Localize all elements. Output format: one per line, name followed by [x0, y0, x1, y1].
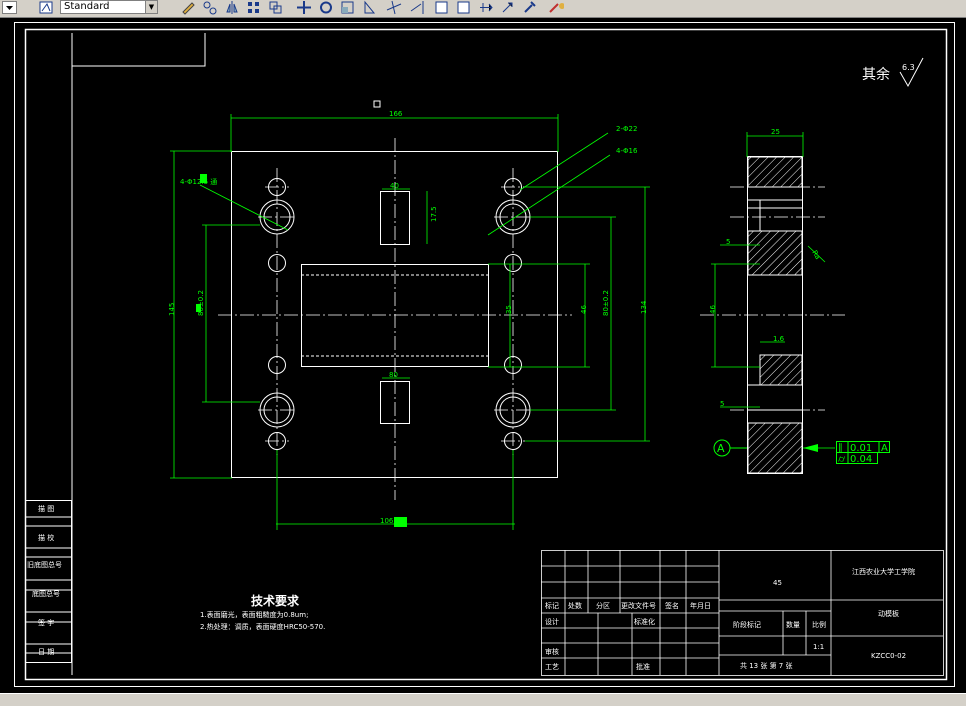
tb-jieduan: 阶段标记	[733, 620, 761, 629]
extend-icon[interactable]	[410, 0, 426, 15]
dim-inner-width: 40	[390, 182, 399, 190]
tb-shenhe: 审核	[545, 647, 559, 656]
chevron-down-icon[interactable]: ▼	[145, 1, 157, 13]
tb-part-name: 动模板	[878, 609, 899, 618]
explode-icon[interactable]	[500, 0, 516, 15]
tb-pizhun: 批准	[636, 662, 650, 671]
drawing-canvas[interactable]: 其余 6.3 166 145 80±0.2 40 17.5 80 35 46 8…	[0, 18, 966, 693]
strip-base: 底图总号	[32, 589, 60, 598]
status-bar	[0, 693, 966, 706]
center-lines	[218, 138, 572, 500]
tb-sheji: 设计	[545, 617, 559, 626]
datum-label: A	[717, 442, 725, 455]
dim-inner-80: 80	[389, 371, 398, 379]
tb-chushu: 处数	[568, 601, 582, 610]
tb-sheets: 共 13 张 第 7 张	[740, 661, 793, 670]
front-view	[218, 138, 572, 500]
binding-margin	[71, 33, 206, 675]
layer-dropdown[interactable]	[2, 0, 32, 15]
front-dimensions	[170, 114, 650, 530]
roughness-value: 6.3	[902, 63, 915, 72]
trim-icon[interactable]	[386, 0, 402, 15]
dim-side-5b: 5	[720, 400, 724, 408]
dim-height-46: 46	[580, 305, 588, 314]
roughness-note-text: 其余	[862, 66, 890, 83]
help-icon[interactable]	[548, 0, 564, 15]
tb-school: 江西农业大学工学院	[852, 567, 915, 576]
tb-material: 45	[773, 579, 782, 587]
strip-sign: 签 字	[38, 618, 54, 627]
scale-icon[interactable]	[340, 0, 356, 15]
tb-scale: 1:1	[813, 643, 824, 651]
tb-drawing-no: KZCC0-02	[871, 652, 906, 660]
dim-marker	[394, 517, 407, 527]
left-strip	[25, 500, 72, 663]
array-icon[interactable]	[246, 0, 262, 15]
pencil-icon[interactable]	[180, 0, 196, 15]
dim-slot-height: 17.5	[430, 206, 438, 222]
chamfer-icon[interactable]	[456, 0, 472, 15]
tb-biaoji: 标记	[545, 601, 559, 610]
dim-height-134: 134	[640, 300, 648, 314]
gdt-datum-1: A	[881, 443, 888, 454]
side-view	[700, 156, 845, 474]
dim-height-35: 35	[505, 305, 513, 314]
style-combo[interactable]: Standard ▼	[60, 0, 158, 14]
tb-qianming: 签名	[665, 601, 679, 610]
tech-req-title: 技术要求	[251, 593, 300, 608]
tb-gengwen: 更改文件号	[621, 601, 656, 610]
dim-top-width: 166	[389, 110, 403, 118]
tb-fenqu: 分区	[596, 601, 610, 610]
dim-bottom-width: 106	[380, 517, 394, 525]
dim-side-height: 46	[709, 305, 717, 314]
dim-side-width: 25	[771, 128, 780, 136]
tech-req-line2: 2.热处理：调质，表面硬度HRC50-570.	[200, 622, 325, 631]
dim-pcd-right: 80±0.2	[602, 290, 610, 316]
gdt-value-1: 0.01	[850, 443, 872, 454]
mirror-icon[interactable]	[224, 0, 240, 15]
front-dimension-texts: 166 145 80±0.2 40 17.5 80 35 46 80±0.2 1…	[168, 110, 648, 525]
dim-marker	[200, 174, 207, 183]
style-combo-value: Standard	[64, 1, 110, 12]
properties-icon[interactable]	[202, 0, 218, 15]
dim-side-angle: Ra	[810, 249, 821, 261]
strip-miaotu: 描 图	[38, 504, 54, 513]
strip-date: 日 期	[38, 648, 54, 656]
dim-side-5a: 5	[726, 238, 730, 246]
gdt-symbol-2: ⌭	[838, 454, 846, 465]
hole-label-left: 4-Φ12.5 通	[180, 177, 217, 186]
move-icon[interactable]	[296, 0, 312, 15]
inner-border	[24, 28, 948, 681]
cursor-marker	[373, 100, 381, 108]
dim-side-15: 1.6	[773, 335, 785, 343]
text-style-icon[interactable]	[38, 0, 54, 15]
gdt-symbol-1: ∥	[838, 443, 843, 454]
strip-miaojiao: 描 校	[38, 533, 54, 542]
tech-req-line1: 1.表面磨光，表面粗糙度为0.8um;	[200, 610, 308, 619]
tb-biaozhunhua: 标准化	[634, 617, 655, 626]
strip-old-base: 旧底图总号	[27, 560, 62, 569]
wrench-icon[interactable]	[522, 0, 538, 15]
hole-label-right1: 2-Φ22	[616, 125, 637, 133]
tb-shuliang: 数量	[786, 620, 800, 629]
dim-left-height: 145	[168, 303, 176, 316]
toolbar: Standard ▼	[0, 0, 966, 18]
outer-border	[14, 22, 955, 687]
gdt-texts: ∥ 0.01 A ⌭ 0.04	[838, 443, 888, 465]
cad-drawing[interactable]: 其余 6.3 166 145 80±0.2 40 17.5 80 35 46 8…	[0, 18, 966, 693]
fillet-icon[interactable]	[478, 0, 494, 15]
dim-pcd-left: 80±0.2	[197, 290, 205, 316]
tb-gongyi: 工艺	[545, 663, 559, 671]
rotate-icon[interactable]	[318, 0, 334, 15]
copy-icon[interactable]	[268, 0, 284, 15]
hole-label-right2: 4-Φ16	[616, 147, 638, 155]
dim-marker	[196, 304, 201, 312]
tb-bili: 比例	[812, 620, 826, 629]
gdt-value-2: 0.04	[850, 454, 872, 465]
break-icon[interactable]	[434, 0, 450, 15]
tb-nianyue: 年月日	[690, 601, 711, 610]
stretch-icon[interactable]	[362, 0, 378, 15]
